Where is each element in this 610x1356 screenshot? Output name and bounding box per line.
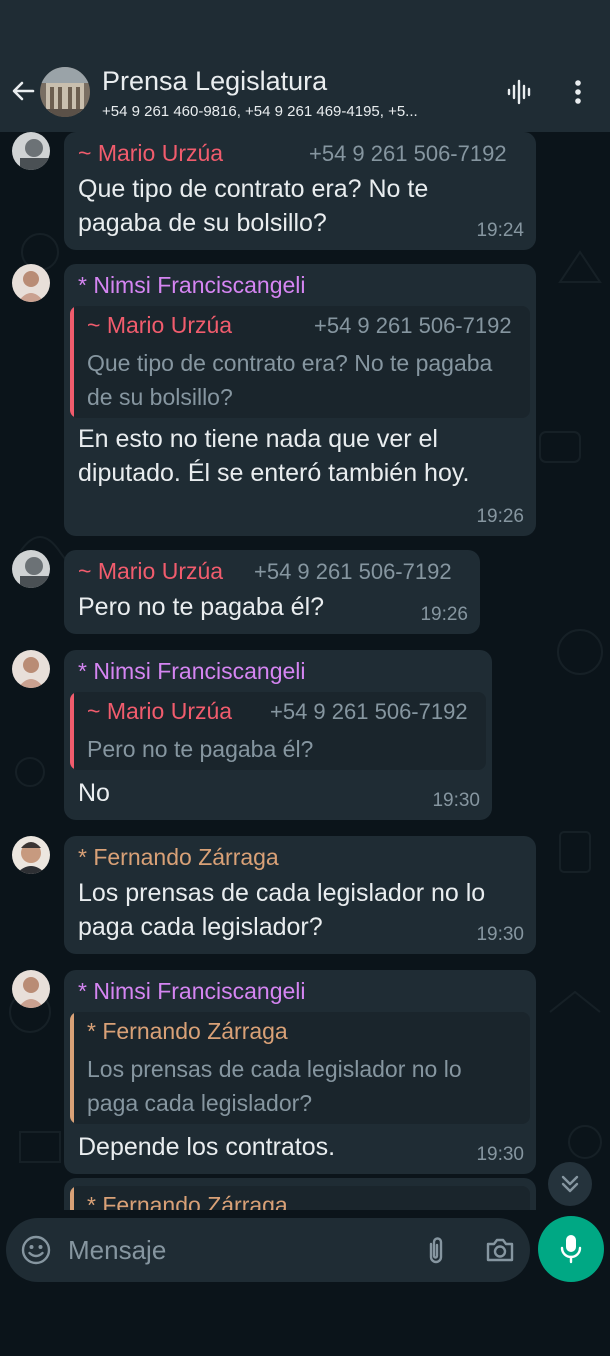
message-text: No [78, 779, 110, 807]
camera-icon[interactable] [484, 1235, 516, 1265]
message-sender[interactable]: ~ Mario Urzúa [78, 558, 223, 585]
chat-header: Prensa Legislatura +54 9 261 460-9816, +… [0, 0, 610, 132]
message-text: En esto no tiene nada que ver el diputad… [78, 425, 470, 487]
message-bubble[interactable]: * Nimsi Franciscangeli ~ Mario Urzúa +54… [64, 650, 492, 820]
quoted-message[interactable]: * Fernando Zárraga [70, 1186, 530, 1210]
message-text: Que tipo de contrato era? No te pagaba d… [78, 175, 429, 237]
paperclip-icon[interactable] [422, 1234, 450, 1266]
message-composer[interactable]: Mensaje [6, 1218, 530, 1282]
quoted-sender: * Fernando Zárraga [87, 1192, 288, 1210]
message-sender[interactable]: * Nimsi Franciscangeli [78, 978, 306, 1005]
sender-phone: +54 9 261 506-7192 [309, 141, 507, 166]
back-arrow-icon[interactable] [8, 76, 38, 106]
quoted-sender: ~ Mario Urzúa [87, 698, 233, 724]
message-sender[interactable]: * Nimsi Franciscangeli [78, 272, 306, 299]
message-input[interactable]: Mensaje [68, 1235, 166, 1266]
chat-participants[interactable]: +54 9 261 460-9816, +54 9 261 469-4195, … [102, 103, 482, 120]
quote-bar [70, 692, 74, 770]
chat-title[interactable]: Prensa Legislatura [102, 66, 327, 97]
message-sender[interactable]: ~ Mario Urzúa [78, 140, 223, 167]
sender-phone: +54 9 261 506-7192 [254, 559, 452, 584]
message-time: 19:26 [476, 506, 524, 527]
message-list[interactable]: ~ Mario Urzúa +54 9 261 506-7192 Que tip… [0, 132, 610, 1210]
group-avatar[interactable] [40, 67, 90, 117]
message-bubble[interactable]: * Fernando Zárraga [64, 1178, 536, 1210]
message-time: 19:30 [476, 1144, 524, 1165]
more-vertical-icon[interactable] [566, 78, 590, 106]
message-time: 19:30 [476, 924, 524, 945]
message-bubble[interactable]: * Fernando Zárraga Los prensas de cada l… [64, 836, 536, 954]
quote-bar [70, 1012, 74, 1124]
message-bubble[interactable]: ~ Mario Urzúa +54 9 261 506-7192 Pero no… [64, 550, 480, 634]
microphone-icon [560, 1235, 582, 1264]
avatar[interactable] [12, 264, 50, 302]
quoted-message[interactable]: ~ Mario Urzúa +54 9 261 506-7192 Pero no… [70, 692, 486, 770]
avatar[interactable] [12, 650, 50, 688]
message-time: 19:24 [476, 220, 524, 241]
avatar[interactable] [12, 132, 50, 170]
message-bubble[interactable]: * Nimsi Franciscangeli ~ Mario Urzúa +54… [64, 264, 536, 536]
quoted-text: Los prensas de cada legislador no lo pag… [87, 1056, 462, 1116]
message-bubble[interactable]: * Nimsi Franciscangeli * Fernando Zárrag… [64, 970, 536, 1174]
message-sender[interactable]: * Nimsi Franciscangeli [78, 658, 306, 685]
quoted-sender: * Fernando Zárraga [87, 1018, 288, 1044]
scroll-to-bottom-button[interactable] [548, 1162, 592, 1206]
quoted-phone: +54 9 261 506-7192 [314, 313, 512, 338]
double-chevron-down-icon [561, 1175, 579, 1193]
message-bubble[interactable]: ~ Mario Urzúa +54 9 261 506-7192 Que tip… [64, 132, 536, 250]
message-sender[interactable]: * Fernando Zárraga [78, 844, 279, 871]
quoted-sender: ~ Mario Urzúa [87, 312, 233, 338]
quoted-text: Que tipo de contrato era? No te pagaba d… [87, 350, 493, 410]
message-text: Los prensas de cada legislador no lo pag… [78, 879, 486, 941]
avatar[interactable] [12, 970, 50, 1008]
message-text: Depende los contratos. [78, 1133, 336, 1161]
avatar[interactable] [12, 550, 50, 588]
avatar[interactable] [12, 836, 50, 874]
message-time: 19:30 [432, 790, 480, 811]
emoji-icon[interactable] [20, 1234, 52, 1266]
quoted-message[interactable]: ~ Mario Urzúa +54 9 261 506-7192 Que tip… [70, 306, 530, 418]
quoted-message[interactable]: * Fernando Zárraga Los prensas de cada l… [70, 1012, 530, 1124]
quote-bar [70, 306, 74, 418]
quoted-text: Pero no te pagaba él? [87, 736, 314, 762]
message-time: 19:26 [420, 604, 468, 625]
message-text: Pero no te pagaba él? [78, 593, 325, 621]
audio-waveform-icon[interactable] [506, 78, 534, 106]
quoted-phone: +54 9 261 506-7192 [270, 699, 468, 724]
voice-record-button[interactable] [538, 1216, 604, 1282]
quote-bar [70, 1186, 74, 1210]
